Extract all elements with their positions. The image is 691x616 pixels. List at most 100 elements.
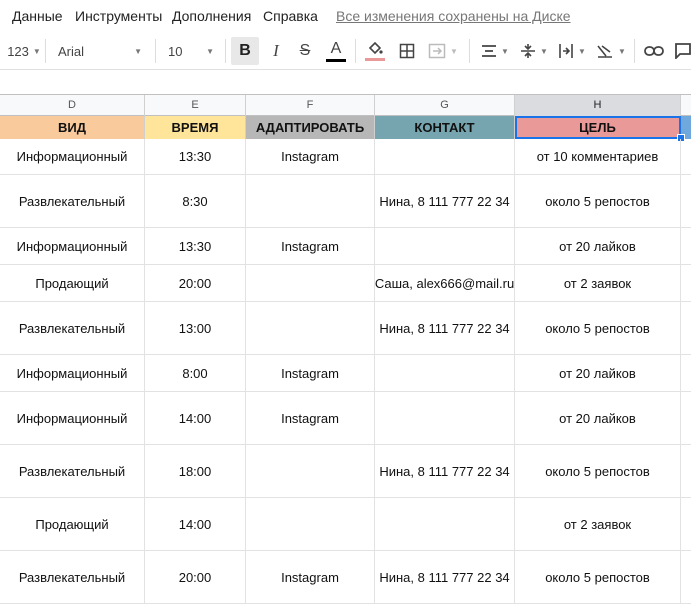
menu-bar: Данные Инструменты Дополнения Справка Вс… [0,0,691,32]
adapt-cell[interactable]: Instagram [246,139,375,174]
font-size-select[interactable]: 10 ▼ [162,37,220,65]
goal-cell[interactable]: от 20 лайков [515,392,681,444]
contact-cell[interactable] [375,498,515,550]
type-cell[interactable]: Продающий [0,498,145,550]
next-cell[interactable] [681,265,691,301]
type-cell[interactable]: Информационный [0,392,145,444]
goal-cell[interactable]: от 20 лайков [515,355,681,391]
time-cell[interactable]: 8:00 [145,355,246,391]
adapt-cell[interactable] [246,265,375,301]
text-color-swatch [326,58,346,62]
strikethrough-button[interactable]: S [291,37,319,65]
time-cell[interactable]: 13:00 [145,302,246,354]
next-cell[interactable] [681,498,691,550]
next-cell[interactable] [681,551,691,603]
merge-cells-button[interactable]: ▼ [423,37,463,65]
contact-cell[interactable]: Нина, 8 111 777 22 34 [375,551,515,603]
next-cell[interactable] [681,355,691,391]
adapt-cell[interactable]: Instagram [246,551,375,603]
table-row: Продающий 14:00 от 2 заявок [0,498,691,551]
header-cell-type[interactable]: ВИД [0,116,145,139]
type-cell[interactable]: Развлекательный [0,175,145,227]
time-cell[interactable]: 13:30 [145,139,246,174]
contact-cell[interactable] [375,355,515,391]
contact-cell[interactable] [375,228,515,264]
menu-data[interactable]: Данные [12,8,63,24]
goal-cell[interactable]: около 5 репостов [515,302,681,354]
next-cell[interactable] [681,302,691,354]
time-cell[interactable]: 14:00 [145,392,246,444]
font-select[interactable]: Arial ▼ [52,37,148,65]
header-cell-adapt[interactable]: АДАПТИРОВАТЬ [246,116,375,139]
type-cell[interactable]: Информационный [0,355,145,391]
next-cell[interactable] [681,392,691,444]
contact-cell[interactable]: Нина, 8 111 777 22 34 [375,302,515,354]
type-cell[interactable]: Информационный [0,228,145,264]
adapt-cell[interactable]: Instagram [246,355,375,391]
horizontal-align-button[interactable]: ▼ [476,37,514,65]
type-cell[interactable]: Развлекательный [0,302,145,354]
adapt-cell[interactable]: Instagram [246,228,375,264]
contact-cell[interactable]: Нина, 8 111 777 22 34 [375,445,515,497]
text-wrap-button[interactable]: ▼ [554,37,590,65]
column-header-f[interactable]: F [246,95,375,116]
column-header-g[interactable]: G [375,95,515,116]
column-header-e[interactable]: E [145,95,246,116]
menu-help[interactable]: Справка [263,8,318,24]
time-cell[interactable]: 20:00 [145,551,246,603]
goal-cell[interactable]: около 5 репостов [515,551,681,603]
selected-cell-outline [515,116,681,139]
next-cell[interactable] [681,445,691,497]
italic-button[interactable]: I [262,37,290,65]
time-cell[interactable]: 20:00 [145,265,246,301]
bold-button[interactable]: B [231,37,259,65]
column-header-d[interactable]: D [0,95,145,116]
type-cell[interactable]: Продающий [0,265,145,301]
goal-cell[interactable]: около 5 репостов [515,175,681,227]
type-cell[interactable]: Информационный [0,139,145,174]
save-status-link[interactable]: Все изменения сохранены на Диске [336,8,571,24]
adapt-cell[interactable] [246,302,375,354]
borders-button[interactable] [393,37,421,65]
spreadsheet-grid: D E F G H ВИД ВРЕМЯ АДАПТИРОВАТЬ КОНТАКТ… [0,94,691,616]
number-format-button[interactable]: 123 ▼ [6,37,42,65]
time-cell[interactable]: 13:30 [145,228,246,264]
insert-comment-button[interactable] [672,37,691,65]
column-header-i[interactable] [681,95,691,116]
goal-cell[interactable]: от 2 заявок [515,265,681,301]
next-cell[interactable] [681,139,691,174]
next-cell[interactable] [681,175,691,227]
contact-cell[interactable]: Саша, alex666@mail.ru [375,265,515,301]
adapt-cell[interactable]: Instagram [246,392,375,444]
time-cell[interactable]: 8:30 [145,175,246,227]
time-cell[interactable]: 18:00 [145,445,246,497]
adapt-cell[interactable] [246,498,375,550]
text-rotation-button[interactable]: ▼ [592,37,630,65]
header-cell-contact[interactable]: КОНТАКТ [375,116,515,139]
table-row: Развлекательный 20:00 Instagram Нина, 8 111… [0,551,691,604]
column-header-h[interactable]: H [515,95,681,116]
contact-cell[interactable]: Нина, 8 111 777 22 34 [375,175,515,227]
goal-cell[interactable]: около 5 репостов [515,445,681,497]
goal-cell[interactable]: от 10 комментариев [515,139,681,174]
adapt-cell[interactable] [246,175,375,227]
menu-addons[interactable]: Дополнения [172,8,251,24]
next-cell[interactable] [681,228,691,264]
table-row: Информационный 14:00 Instagram от 20 лайков [0,392,691,445]
menu-tools[interactable]: Инструменты [75,8,162,24]
fill-color-button[interactable] [361,37,389,65]
type-cell[interactable]: Развлекательный [0,445,145,497]
type-cell[interactable]: Развлекательный [0,551,145,603]
text-color-button[interactable]: A [322,37,350,65]
time-cell[interactable]: 14:00 [145,498,246,550]
insert-link-button[interactable] [640,37,668,65]
adapt-cell[interactable] [246,445,375,497]
header-cell-time[interactable]: ВРЕМЯ [145,116,246,139]
goal-cell[interactable]: от 20 лайков [515,228,681,264]
contact-cell[interactable] [375,392,515,444]
vertical-align-button[interactable]: ▼ [516,37,552,65]
formula-bar[interactable] [0,69,691,95]
contact-cell[interactable] [375,139,515,174]
paint-bucket-icon [368,41,383,54]
goal-cell[interactable]: от 2 заявок [515,498,681,550]
